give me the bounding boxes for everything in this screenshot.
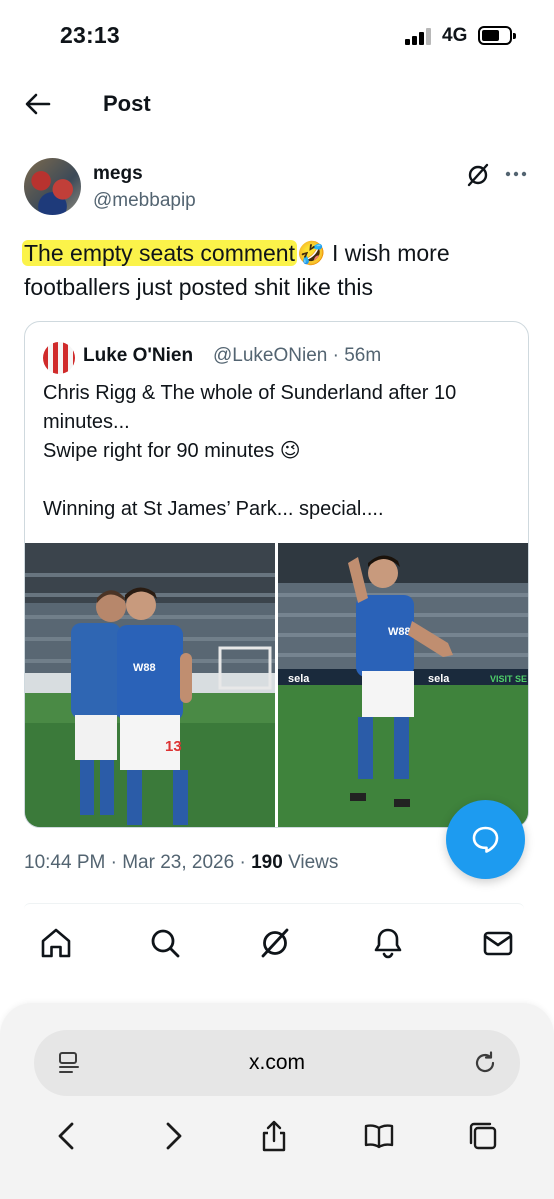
views-count: 190 — [251, 852, 283, 873]
post-time: 10:44 PM — [24, 852, 106, 873]
status-bar: 23:13 4G — [0, 0, 554, 72]
author-handle[interactable]: @mebbapip — [93, 190, 196, 212]
board-text-visit: VISIT SE — [490, 674, 527, 684]
views-label: Views — [288, 852, 339, 873]
quoted-post[interactable]: Luke O'Nien @LukeONien · 56m Chris Rigg … — [24, 321, 529, 828]
quoted-author-name: Luke O'Nien — [83, 345, 194, 366]
address-bar[interactable]: x.com — [34, 1030, 520, 1096]
quoted-time: 56m — [344, 345, 382, 366]
quoted-text: Chris Rigg & The whole of Sunderland aft… — [43, 379, 513, 524]
signal-icon — [405, 28, 431, 45]
page-title: Post — [103, 91, 151, 116]
author-name[interactable]: megs — [93, 163, 143, 185]
quoted-author-meta: @LukeONien · 56m — [213, 345, 382, 366]
network-label: 4G — [442, 25, 468, 46]
browser-forward-icon[interactable] — [156, 1119, 190, 1153]
reply-fab-button[interactable] — [446, 800, 525, 879]
quoted-author-handle: @LukeONien — [213, 345, 328, 366]
home-icon[interactable] — [39, 926, 73, 960]
post-text: The empty seats comment🤣 I wish more foo… — [22, 236, 534, 304]
more-options-icon[interactable] — [504, 164, 528, 184]
browser-toolbar: x.com — [0, 1003, 554, 1199]
notifications-icon[interactable] — [371, 926, 405, 960]
board-text-right: sela — [428, 673, 450, 685]
grok-icon[interactable] — [258, 926, 292, 960]
board-text-left: sela — [288, 673, 310, 685]
header: Post — [0, 78, 554, 132]
bookmarks-icon[interactable] — [362, 1119, 396, 1153]
jersey-number-left: 13 — [165, 738, 182, 755]
post-meta: 10:44 PM · Mar 23, 2026 · 190 Views — [24, 852, 339, 873]
back-arrow-icon[interactable] — [22, 88, 54, 120]
laughing-emoji: 🤣 — [297, 240, 326, 266]
grok-icon[interactable] — [465, 162, 491, 188]
messages-icon[interactable] — [481, 926, 515, 960]
tabs-icon[interactable] — [466, 1119, 500, 1153]
reload-icon[interactable] — [472, 1050, 498, 1076]
url-text: x.com — [248, 1051, 305, 1074]
quoted-line — [43, 466, 513, 495]
avatar[interactable] — [24, 158, 81, 215]
reply-icon — [472, 826, 499, 853]
share-icon[interactable] — [257, 1119, 291, 1153]
bottom-nav — [0, 920, 554, 972]
divider — [24, 903, 524, 909]
photo-right[interactable]: sela sela VISIT SE W88 — [278, 543, 528, 827]
sponsor-right: W88 — [388, 626, 411, 638]
post-date: Mar 23, 2026 — [122, 852, 235, 873]
photo-left[interactable]: 13 W88 — [25, 543, 275, 827]
quoted-line: Swipe right for 90 minutes 😉 — [43, 440, 301, 462]
sponsor-left: W88 — [133, 662, 156, 674]
battery-icon — [478, 26, 516, 45]
search-icon[interactable] — [148, 926, 182, 960]
quoted-line: Chris Rigg & The whole of Sunderland aft… — [43, 382, 457, 433]
browser-back-icon[interactable] — [50, 1119, 84, 1153]
quoted-line: Winning at St James’ Park... special.... — [43, 498, 384, 520]
quoted-avatar — [43, 342, 75, 374]
status-time: 23:13 — [60, 22, 120, 48]
highlighted-text: The empty seats comment — [22, 240, 297, 266]
